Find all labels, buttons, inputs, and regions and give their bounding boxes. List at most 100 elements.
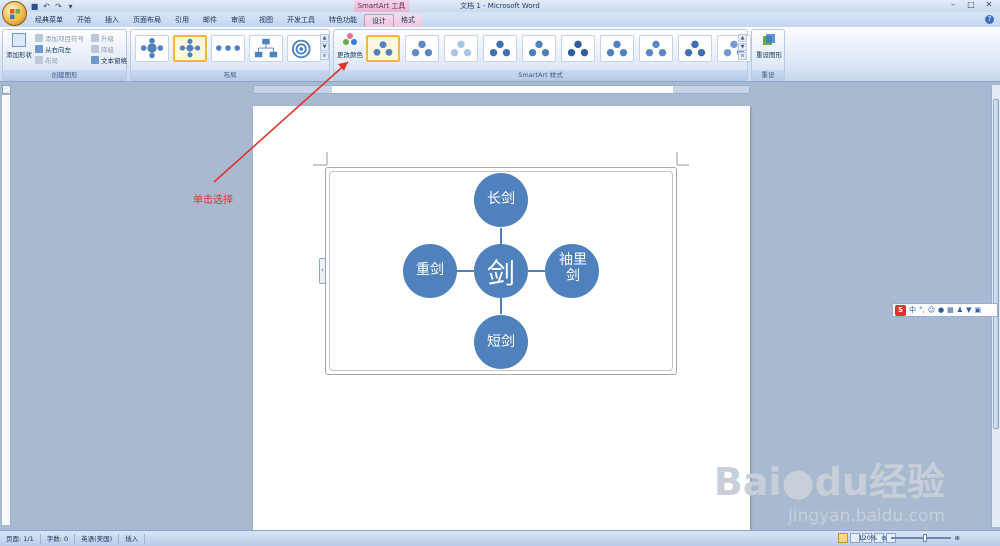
scrollbar-thumb[interactable] [993, 99, 999, 429]
sogou-logo-icon: S [895, 304, 906, 316]
style-thumb-3[interactable] [444, 35, 478, 62]
node-top[interactable]: 长剑 [474, 188, 528, 208]
add-bullet-button[interactable]: 添加项目符号 [35, 33, 84, 43]
style-thumb-7[interactable] [600, 35, 634, 62]
tab-developer[interactable]: 开发工具 [280, 14, 322, 27]
tab-references[interactable]: 引用 [168, 14, 196, 27]
layout-dropdown-button[interactable]: 布局 [35, 55, 58, 65]
tab-mailings[interactable]: 邮件 [196, 14, 224, 27]
watermark-cn: 经验 [868, 460, 945, 504]
right-to-left-label: 从右向左 [45, 46, 71, 54]
group-label-reset: 重设 [752, 70, 784, 80]
skin-icon[interactable]: ▼ [966, 306, 971, 314]
node-center[interactable]: 剑 [474, 252, 528, 292]
style-thumb-8[interactable] [639, 35, 673, 62]
baidu-watermark: Bai●du经验 jingyan.baidu.com [714, 451, 945, 526]
context-tab-group: SmartArt 工具 [354, 0, 409, 12]
reset-graphic-button[interactable]: 重设图形 [754, 33, 784, 59]
promote-icon [91, 34, 99, 42]
right-to-left-button[interactable]: 从右向左 [35, 44, 71, 54]
group-label-create-graphic: 创建图形 [3, 70, 126, 80]
ime-toolbar[interactable]: S 中 °, ☺ ● ▦ ♟ ▼ ▣ [892, 303, 998, 317]
demote-icon [91, 45, 99, 53]
vertical-ruler[interactable] [2, 95, 11, 525]
node-left[interactable]: 重剑 [403, 259, 457, 279]
window-controls: – □ ✕ [944, 0, 998, 10]
status-bar: 页面: 1/1 字数: 0 英语(美国) 插入 120% ⊖ ⊕ [0, 530, 1000, 546]
style-thumb-1-selected[interactable] [366, 35, 400, 62]
style-thumb-2[interactable] [405, 35, 439, 62]
ime-mode-label[interactable]: 中 [909, 305, 916, 315]
help-icon[interactable]: ? [985, 15, 994, 24]
ribbon-tab-bar: 经典菜单 开始 插入 页面布局 引用 邮件 审阅 视图 开发工具 特色功能 设计… [0, 12, 1000, 27]
tab-view[interactable]: 视图 [252, 14, 280, 27]
zoom-control: 120% ⊖ ⊕ [859, 534, 960, 542]
keyboard-icon[interactable]: ▦ [947, 306, 954, 314]
tab-features[interactable]: 特色功能 [322, 14, 364, 27]
node-bottom[interactable]: 短剑 [474, 331, 528, 351]
bullet-icon [35, 34, 43, 42]
ruler-toggle[interactable] [2, 85, 11, 94]
demote-label: 降级 [101, 46, 114, 54]
layout-icon [35, 56, 43, 64]
group-reset: 重设图形 重设 [751, 29, 785, 81]
minimize-icon[interactable]: – [944, 0, 962, 10]
add-shape-button[interactable]: 添加形状 [5, 33, 33, 59]
zoom-out-icon[interactable]: ⊖ [881, 534, 886, 542]
style-thumb-9[interactable] [678, 35, 712, 62]
tab-format[interactable]: 格式 [394, 14, 422, 27]
tab-home[interactable]: 开始 [70, 14, 98, 27]
style-thumb-6[interactable] [561, 35, 595, 62]
zoom-slider-knob[interactable] [922, 534, 927, 542]
tab-insert[interactable]: 插入 [98, 14, 126, 27]
tab-page-layout[interactable]: 页面布局 [126, 14, 168, 27]
reset-graphic-label: 重设图形 [756, 51, 782, 59]
add-shape-icon [12, 33, 26, 47]
promote-button[interactable]: 升级 [91, 33, 114, 43]
group-label-smartart-styles: SmartArt 样式 [334, 70, 747, 80]
title-bar: ■ ↶ ↷ ▾ 文档 1 - Microsoft Word SmartArt 工… [0, 0, 1000, 12]
styles-gallery [366, 35, 751, 62]
annotation-callout: 单击选择 [193, 195, 233, 206]
status-words[interactable]: 字数: 0 [41, 533, 76, 544]
tab-classic-menu[interactable]: 经典菜单 [28, 14, 70, 27]
status-language[interactable]: 英语(美国) [75, 533, 120, 544]
close-icon[interactable]: ✕ [980, 0, 998, 10]
text-pane-toggle[interactable]: ‹ [319, 258, 326, 284]
node-right[interactable]: 袖里剑 [554, 252, 592, 284]
style-thumb-5[interactable] [522, 35, 556, 62]
zoom-level[interactable]: 120% [859, 534, 878, 542]
status-mode[interactable]: 插入 [119, 533, 146, 544]
maximize-icon[interactable]: □ [962, 0, 980, 10]
watermark-brand-tail: du [814, 460, 869, 504]
styles-gallery-scroll[interactable]: ▲ ▼ ≡ [738, 34, 747, 60]
punctuation-icon[interactable]: °, [919, 306, 925, 314]
group-smartart-styles: 更改颜色 ▲ ▼ ≡ SmartArt 样式 [333, 29, 751, 81]
annotation-arrow [213, 61, 349, 183]
add-shape-label: 添加形状 [6, 51, 32, 59]
watermark-brand: Bai [713, 460, 782, 504]
office-button[interactable] [2, 1, 27, 26]
toolbox-icon[interactable]: ▣ [974, 306, 981, 314]
status-page[interactable]: 页面: 1/1 [0, 533, 41, 544]
text-pane-button[interactable]: 文本窗格 [91, 55, 127, 65]
window-title: 文档 1 - Microsoft Word [460, 2, 540, 10]
print-layout-view-icon[interactable] [838, 533, 848, 543]
demote-button[interactable]: 降级 [91, 44, 114, 54]
tab-review[interactable]: 审阅 [224, 14, 252, 27]
watermark-url: jingyan.baidu.com [788, 506, 945, 526]
style-thumb-4[interactable] [483, 35, 517, 62]
zoom-slider[interactable] [890, 534, 951, 542]
paw-icon: ● [781, 460, 815, 504]
microphone-icon[interactable]: ● [938, 306, 944, 314]
office-logo-icon [10, 9, 20, 19]
tab-design[interactable]: 设计 [364, 14, 394, 27]
emoji-icon[interactable]: ☺ [928, 306, 935, 314]
right-to-left-icon [35, 45, 43, 53]
zoom-in-icon[interactable]: ⊕ [955, 534, 960, 542]
palette-icon [343, 33, 357, 45]
layout-label: 布局 [45, 57, 58, 65]
user-icon[interactable]: ♟ [957, 306, 963, 314]
reset-graphic-icon [763, 34, 775, 45]
layout-thumb-cycle[interactable] [135, 35, 169, 62]
